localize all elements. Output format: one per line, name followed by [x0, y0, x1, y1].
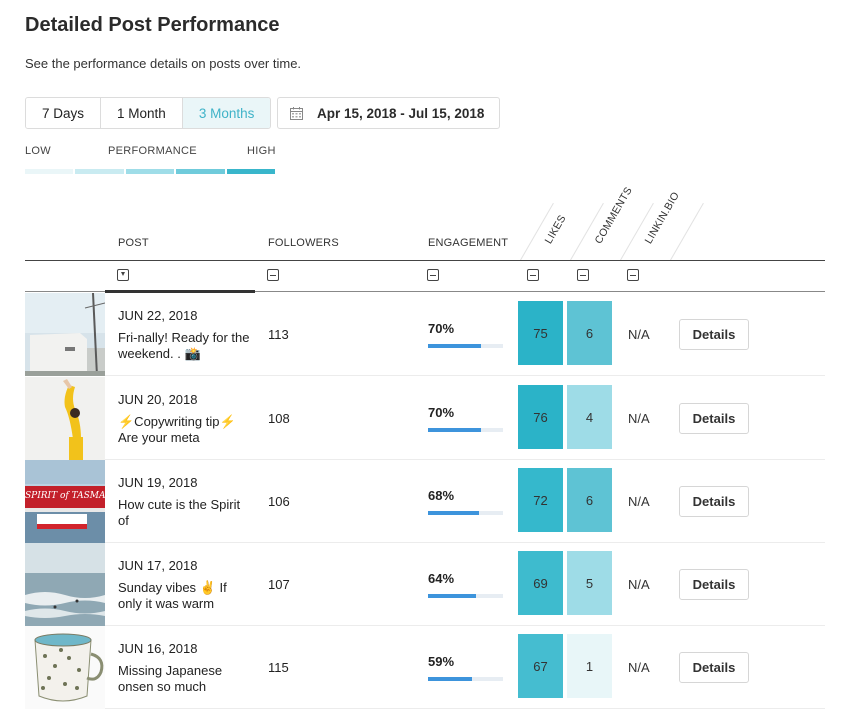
- scale-segment: [125, 169, 175, 174]
- date-range-toggle: 7 Days 1 Month 3 Months: [25, 97, 272, 129]
- engagement-percent: 59%: [428, 654, 455, 669]
- followers-count: 108: [268, 411, 290, 426]
- details-button[interactable]: Details: [679, 486, 749, 517]
- table-row[interactable]: JUN 22, 2018 Fri-nally! Ready for the we…: [25, 293, 825, 376]
- comments-cell: 4: [567, 385, 612, 449]
- post-caption: ⚡Copywriting tip⚡ Are your meta: [118, 414, 236, 445]
- comments-cell: 5: [567, 551, 612, 615]
- engagement-percent: 70%: [428, 405, 455, 420]
- sort-likes-icon[interactable]: [527, 269, 539, 281]
- engagement-bar: [428, 677, 503, 681]
- followers-count: 113: [268, 327, 289, 342]
- engagement-bar-fill: [428, 511, 479, 515]
- range-1-month-button[interactable]: 1 Month: [101, 98, 183, 128]
- legend-high-label: HIGH: [247, 145, 276, 157]
- post-date: JUN 19, 2018: [118, 475, 198, 490]
- thumbnail-caption: SPIRIT of TASMANIA: [25, 491, 105, 501]
- engagement-bar-fill: [428, 344, 481, 348]
- legend-performance-label: PERFORMANCE: [108, 145, 197, 157]
- likes-cell: 69: [518, 551, 563, 615]
- post-thumbnail[interactable]: [25, 626, 105, 709]
- performance-scale: [25, 169, 276, 174]
- comments-cell: 6: [567, 301, 612, 365]
- sort-followers-icon[interactable]: [267, 269, 279, 281]
- sort-engagement-icon[interactable]: [427, 269, 439, 281]
- engagement-bar-fill: [428, 677, 473, 681]
- header-divider: [25, 260, 825, 261]
- engagement-bar: [428, 594, 503, 598]
- engagement-percent: 70%: [428, 321, 455, 336]
- likes-column-header: LIKES: [542, 212, 569, 246]
- likes-cell: 67: [518, 634, 563, 698]
- followers-count: 115: [268, 660, 289, 675]
- scale-segment: [25, 169, 74, 174]
- post-thumbnail[interactable]: [25, 293, 105, 376]
- range-3-months-button[interactable]: 3 Months: [182, 98, 271, 128]
- header-divider: [670, 202, 704, 261]
- comments-cell: 6: [567, 468, 612, 532]
- details-button[interactable]: Details: [679, 319, 749, 350]
- likes-cell: 76: [518, 385, 563, 449]
- range-7-days-button[interactable]: 7 Days: [26, 98, 102, 128]
- page-title: Detailed Post Performance: [25, 14, 280, 36]
- table-row[interactable]: JUN 20, 2018 ⚡Copywriting tip⚡ Are your …: [25, 377, 825, 460]
- post-column-header: POST: [118, 237, 149, 249]
- followers-count: 106: [268, 494, 290, 509]
- legend-low-label: LOW: [25, 145, 51, 157]
- engagement-bar: [428, 344, 503, 348]
- followers-column-header: FOLLOWERS: [268, 237, 339, 249]
- likes-cell: 72: [518, 468, 563, 532]
- scale-segment: [226, 169, 276, 174]
- engagement-bar-fill: [428, 594, 476, 598]
- table-row[interactable]: JUN 17, 2018 Sunday vibes ✌️ If only it …: [25, 543, 825, 626]
- post-date: JUN 20, 2018: [118, 392, 198, 407]
- sort-comments-icon[interactable]: [577, 269, 589, 281]
- post-thumbnail[interactable]: [25, 377, 105, 460]
- linkinbio-value: N/A: [628, 327, 650, 342]
- linkinbio-value: N/A: [628, 494, 650, 509]
- scale-segment: [75, 169, 124, 174]
- post-caption: Missing Japanese onsen so much: [118, 663, 223, 694]
- engagement-bar-fill: [428, 428, 481, 432]
- details-button[interactable]: Details: [679, 403, 749, 434]
- date-range-label: Apr 15, 2018 - Jul 15, 2018: [317, 105, 485, 121]
- engagement-percent: 68%: [428, 488, 455, 503]
- linkinbio-value: N/A: [628, 577, 650, 592]
- calendar-icon: [290, 106, 303, 120]
- post-caption: Fri-nally! Ready for the weekend. . 📸: [118, 330, 250, 361]
- sort-post-icon[interactable]: [117, 269, 129, 281]
- details-button[interactable]: Details: [679, 569, 749, 600]
- comments-cell: 1: [567, 634, 612, 698]
- linkinbio-value: N/A: [628, 411, 650, 426]
- scale-segment: [176, 169, 225, 174]
- post-caption: Sunday vibes ✌️ If only it was warm: [118, 580, 227, 611]
- post-thumbnail[interactable]: SPIRIT of TASMANIA: [25, 460, 105, 543]
- post-caption: How cute is the Spirit of: [118, 497, 241, 528]
- engagement-percent: 64%: [428, 571, 455, 586]
- post-date: JUN 17, 2018: [118, 558, 198, 573]
- linkinbio-value: N/A: [628, 660, 650, 675]
- linkinbio-column-header: LINKIN.BIO: [642, 189, 682, 246]
- engagement-bar: [428, 511, 503, 515]
- likes-cell: 75: [518, 301, 563, 365]
- post-date: JUN 16, 2018: [118, 641, 198, 656]
- followers-count: 107: [268, 577, 290, 592]
- engagement-column-header: ENGAGEMENT: [428, 237, 509, 249]
- table-row[interactable]: SPIRIT of TASMANIA JUN 19, 2018 How cute…: [25, 460, 825, 543]
- date-range-picker[interactable]: Apr 15, 2018 - Jul 15, 2018: [277, 97, 500, 129]
- post-thumbnail[interactable]: [25, 543, 105, 626]
- engagement-bar: [428, 428, 503, 432]
- page-subtitle: See the performance details on posts ove…: [25, 56, 302, 71]
- comments-column-header: COMMENTS: [592, 184, 635, 246]
- sort-linkinbio-icon[interactable]: [627, 269, 639, 281]
- details-button[interactable]: Details: [679, 652, 749, 683]
- post-date: JUN 22, 2018: [118, 308, 198, 323]
- table-row[interactable]: JUN 16, 2018 Missing Japanese onsen so m…: [25, 626, 825, 709]
